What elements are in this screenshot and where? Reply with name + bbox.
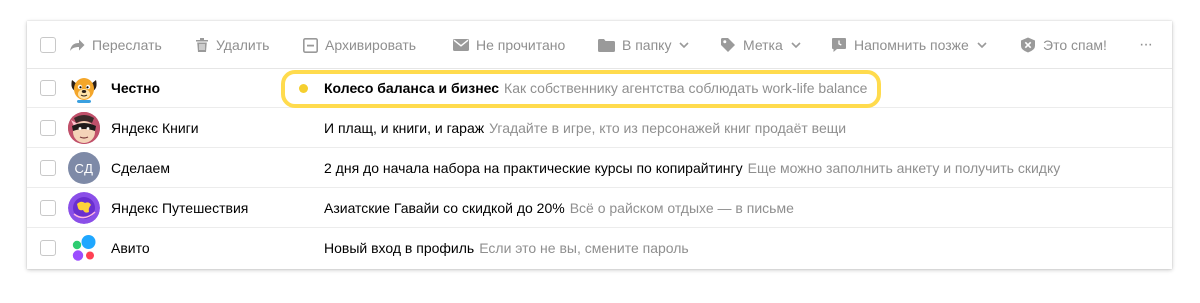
message-preview: Если это не вы, смените пароль [479,240,689,256]
envelope-icon [453,39,469,51]
message-subject: Азиатские Гавайи со скидкой до 20% [324,200,565,216]
mark-unread-label: Не прочитано [476,37,566,53]
dog-avatar [68,72,100,104]
sender-name: Честно [111,80,161,96]
message-row[interactable]: Авито Новый вход в профиль Если это не вы… [27,229,1172,268]
more-dots-icon: ··· [1139,36,1153,53]
message-preview: Еще можно заполнить анкету и получить ск… [747,160,1061,176]
message-subject: И плащ, и книги, и гараж [324,120,485,136]
forward-label: Переслать [92,37,162,53]
label-label: Метка [743,37,783,53]
spam-button[interactable]: Это спам! [1020,21,1107,69]
folder-icon [598,38,615,52]
message-preview: Угадайте в игре, кто из персонажей книг … [489,120,847,136]
select-all-checkbox[interactable] [40,37,56,53]
chevron-down-icon [791,42,801,48]
message-row[interactable]: Честно Колесо баланса и бизнес Как собств… [27,69,1172,108]
message-content[interactable]: Азиатские Гавайи со скидкой до 20% Всё о … [324,189,794,228]
move-to-folder-button[interactable]: В папку [598,21,690,69]
sender-name: Авито [111,240,150,256]
reminder-icon [831,37,847,53]
remind-later-button[interactable]: Напомнить позже [831,21,987,69]
row-checkbox[interactable] [40,240,56,256]
sender-name: Сделаем [111,160,170,176]
mail-list-card: Переслать Удалить Архивировать Не прочит… [27,21,1172,269]
row-checkbox[interactable] [40,120,56,136]
spam-shield-icon [1020,37,1036,53]
label-button[interactable]: Метка [720,21,801,69]
delete-label: Удалить [216,37,270,53]
sender-name: Яндекс Путешествия [111,200,249,216]
masked-face-avatar [68,112,100,144]
sender-name: Яндекс Книги [111,120,199,136]
avito-dots-avatar [68,232,100,264]
initials-avatar: СД [68,152,100,184]
message-row[interactable]: СД Сделаем 2 дня до начала набора на пра… [27,149,1172,188]
message-subject: Колесо баланса и бизнес [324,80,500,96]
globe-avatar [68,192,100,224]
more-button[interactable]: ··· [1139,21,1153,69]
forward-arrow-icon [69,38,85,52]
message-content[interactable]: 2 дня до начала набора на практические к… [324,149,1060,188]
move-to-folder-label: В папку [622,37,672,53]
message-preview: Как собственнику агентства соблюдать wor… [504,80,868,96]
spam-label: Это спам! [1043,37,1107,53]
forward-button[interactable]: Переслать [69,21,162,69]
row-checkbox[interactable] [40,160,56,176]
row-checkbox[interactable] [40,200,56,216]
row-checkbox[interactable] [40,80,56,96]
trash-icon [195,37,209,53]
message-preview: Всё о райском отдыхе — в письме [569,200,794,216]
message-content[interactable]: Новый вход в профиль Если это не вы, смен… [324,229,689,268]
message-row[interactable]: Яндекс Книги И плащ, и книги, и гараж Уга… [27,109,1172,148]
message-subject: 2 дня до начала набора на практические к… [324,160,743,176]
archive-label: Архивировать [325,37,417,53]
message-row[interactable]: Яндекс Путешествия Азиатские Гавайи со с… [27,189,1172,228]
remind-later-label: Напомнить позже [854,37,969,53]
message-subject: Новый вход в профиль [324,240,475,256]
message-content[interactable]: Колесо баланса и бизнес Как собственнику … [324,69,867,108]
chevron-down-icon [679,42,690,48]
archive-button[interactable]: Архивировать [303,21,416,69]
mark-unread-button[interactable]: Не прочитано [453,21,565,69]
unread-dot-icon[interactable] [299,84,308,93]
toolbar: Переслать Удалить Архивировать Не прочит… [27,21,1172,69]
delete-button[interactable]: Удалить [195,21,269,69]
message-content[interactable]: И плащ, и книги, и гараж Угадайте в игре,… [324,109,846,148]
tag-icon [720,37,736,53]
archive-icon [303,37,318,53]
chevron-down-icon [977,42,987,48]
